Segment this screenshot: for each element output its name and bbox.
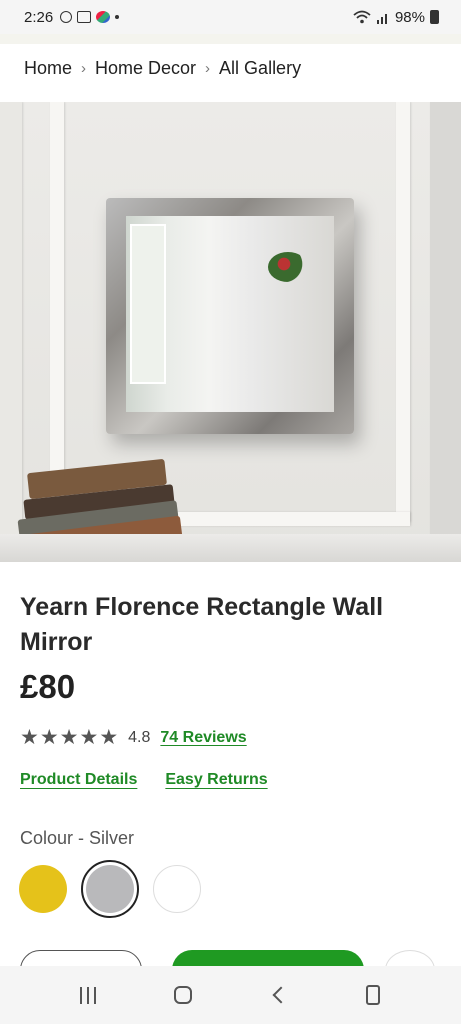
- notification-icons: [60, 11, 120, 23]
- swatch-silver[interactable]: [81, 860, 139, 918]
- star-icon: ★: [79, 726, 99, 749]
- home-icon: [173, 986, 192, 1004]
- status-left: 2:26: [24, 8, 120, 26]
- info-links: Product Details Easy Returns: [20, 771, 268, 789]
- gallery-icon: [77, 11, 92, 23]
- star-icon: ★: [39, 726, 59, 749]
- swatch-silver-fill: [86, 865, 134, 913]
- swatch-white[interactable]: [153, 865, 201, 913]
- recents-icon: [79, 986, 96, 1004]
- easy-returns-link[interactable]: Easy Returns: [165, 771, 267, 789]
- breadcrumb-home[interactable]: Home: [24, 58, 72, 79]
- breadcrumb: Home › Home Decor › All Gallery: [24, 58, 301, 79]
- rating-stars: ★ ★ ★ ★ ★: [20, 726, 118, 750]
- reflected-window: [130, 224, 166, 384]
- signal-icon: [376, 14, 387, 24]
- home-button[interactable]: [163, 975, 203, 1015]
- star-icon: ★: [99, 726, 119, 749]
- usb-debug-icon: [60, 11, 73, 23]
- product-price: £80: [20, 668, 76, 705]
- status-bar: 2:26 98%: [0, 0, 461, 34]
- breadcrumb-separator: ›: [81, 60, 87, 77]
- colour-label: Colour - Silver: [20, 828, 135, 848]
- assistant-button[interactable]: [353, 975, 393, 1015]
- product-title: Yearn Florence Rectangle Wall Mirror: [20, 593, 384, 656]
- product-details-link[interactable]: Product Details: [20, 771, 137, 789]
- breadcrumb-home-decor[interactable]: Home Decor: [95, 58, 196, 79]
- quantity-selector[interactable]: [20, 950, 142, 966]
- mirror-glass: [126, 216, 334, 412]
- wifi-icon: [353, 10, 371, 24]
- product-image[interactable]: [0, 102, 461, 562]
- more-notifications-icon: [115, 15, 120, 19]
- status-time: 2:26: [24, 8, 54, 26]
- action-row: [0, 950, 461, 966]
- system-nav-bar: [0, 966, 461, 1024]
- star-icon: ★: [59, 726, 79, 749]
- back-icon: [272, 986, 290, 1004]
- colour-swatches: [19, 860, 201, 918]
- swatch-gold[interactable]: [19, 865, 67, 913]
- wall-panel-inner-right: [396, 102, 410, 522]
- status-right: 98%: [353, 9, 439, 26]
- breadcrumb-all-gallery[interactable]: All Gallery: [219, 58, 301, 79]
- wall-panel-right: [430, 102, 461, 562]
- mirror-frame: [106, 198, 354, 434]
- reflected-flowers: [268, 252, 308, 282]
- assistant-icon: [366, 985, 381, 1005]
- recents-button[interactable]: [68, 975, 108, 1015]
- app-notification-icon: [96, 11, 111, 23]
- battery-percent: 98%: [394, 8, 425, 26]
- favourite-button[interactable]: [385, 950, 435, 966]
- battery-icon: [430, 10, 439, 24]
- star-icon: ★: [20, 726, 39, 749]
- rating-value: 4.8: [128, 729, 151, 746]
- breadcrumb-separator: ›: [205, 60, 211, 77]
- tabletop: [0, 534, 461, 562]
- rating-row: ★ ★ ★ ★ ★ 4.8 74 Reviews: [20, 726, 247, 750]
- add-to-basket-button[interactable]: [172, 950, 364, 966]
- header-strip: [0, 34, 461, 44]
- back-button[interactable]: [258, 975, 298, 1015]
- reviews-link[interactable]: 74 Reviews: [160, 729, 246, 747]
